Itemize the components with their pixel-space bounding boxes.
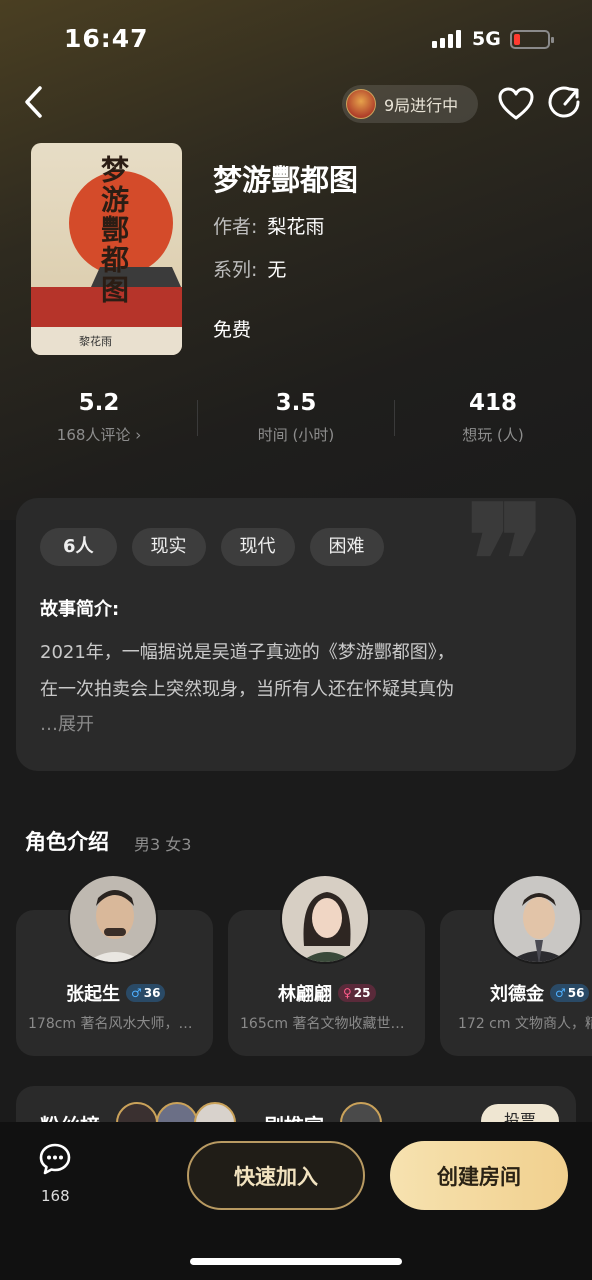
avatar[interactable] <box>280 874 370 964</box>
book-cover[interactable]: 梦游酆都图 黎花雨 <box>31 143 182 355</box>
story-card: ❞ 6人 现实 现代 困难 故事简介: 2021年，一幅据说是吴道子真迹的《梦游… <box>16 498 576 771</box>
back-icon[interactable] <box>14 82 54 122</box>
stat-want: 418 想玩 (人) <box>403 390 583 445</box>
roles-gender-summary: 男3 女3 <box>134 835 192 854</box>
network-type: 5G <box>472 28 501 50</box>
role-description: 172 cm 文物商人，精 <box>458 1016 592 1032</box>
games-in-progress-pill[interactable]: 9局进行中 <box>342 85 478 123</box>
reviews-link[interactable]: 168人评论 › <box>9 424 189 445</box>
avatar[interactable] <box>68 874 158 964</box>
roles-title: 角色介绍 <box>25 830 109 854</box>
role-name-row: 林翩翩 ♀ 25 <box>278 980 376 1006</box>
stat-divider <box>394 400 395 436</box>
author-row: 作者: 梨花雨 <box>213 212 324 239</box>
tag-era[interactable]: 现代 <box>220 528 295 566</box>
status-time: 16:47 <box>64 24 149 53</box>
series-value: 无 <box>267 259 287 281</box>
battery-icon <box>510 30 554 49</box>
author-label: 作者: <box>213 216 258 238</box>
role-name: 林翩翩 <box>278 984 332 1005</box>
gender-age-badge: ♂ 56 <box>550 984 590 1002</box>
tag-players[interactable]: 6人 <box>40 528 117 566</box>
tag-difficulty[interactable]: 困难 <box>309 528 384 566</box>
progress-label: 9局进行中 <box>384 96 459 115</box>
role-description: 178cm 著名风水大师，… <box>28 1016 193 1032</box>
create-room-button[interactable]: 创建房间 <box>390 1141 568 1210</box>
expand-link[interactable]: …展开 <box>40 710 94 736</box>
role-name: 张起生 <box>66 984 120 1005</box>
share-icon[interactable] <box>546 84 582 120</box>
tag-genre[interactable]: 现实 <box>131 528 206 566</box>
quote-icon: ❞ <box>465 498 546 649</box>
role-description: 165cm 著名文物收藏世… <box>240 1016 405 1032</box>
heart-icon[interactable] <box>496 84 536 124</box>
cover-author: 黎花雨 <box>79 335 112 348</box>
gender-age-badge: ♀ 25 <box>338 984 376 1002</box>
role-name-row: 刘德金 ♂ 56 <box>490 980 590 1006</box>
chat-icon[interactable] <box>38 1142 72 1176</box>
chat-count: 168 <box>41 1187 70 1205</box>
signal-icon <box>432 30 461 48</box>
gender-age-badge: ♂ 36 <box>126 984 166 1002</box>
duration-value: 3.5 <box>275 390 317 416</box>
rating-value: 5.2 <box>78 390 120 416</box>
series-row: 系列: 无 <box>213 255 286 282</box>
duration-label: 时间 (小时) <box>257 426 335 444</box>
role-name: 刘德金 <box>490 984 544 1005</box>
cover-thumbnail <box>346 89 376 119</box>
want-value: 418 <box>468 390 517 416</box>
series-label: 系列: <box>213 259 258 281</box>
author-name[interactable]: 梨花雨 <box>267 216 324 238</box>
stat-divider <box>197 400 198 436</box>
tag-list: 6人 现实 现代 困难 <box>40 528 384 566</box>
book-title: 梦游酆都图 <box>213 163 359 197</box>
price-label: 免费 <box>213 319 252 341</box>
avatar[interactable] <box>492 874 582 964</box>
stat-duration: 3.5 时间 (小时) <box>206 390 386 445</box>
story-heading: 故事简介: <box>40 599 120 620</box>
male-icon: ♂ <box>131 986 142 1000</box>
want-label: 想玩 (人) <box>462 426 524 444</box>
stat-rating[interactable]: 5.2 168人评论 › <box>9 390 189 445</box>
story-text: 2021年，一幅据说是吴道子真迹的《梦游酆都图》， 在一次拍卖会上突然现身，当所… <box>40 642 455 700</box>
male-icon: ♂ <box>555 986 566 1000</box>
female-icon: ♀ <box>343 986 352 1000</box>
role-name-row: 张起生 ♂ 36 <box>66 980 166 1006</box>
cover-title: 梦游酆都图 <box>97 155 130 305</box>
quick-join-button[interactable]: 快速加入 <box>187 1141 365 1210</box>
home-indicator[interactable] <box>190 1258 402 1265</box>
